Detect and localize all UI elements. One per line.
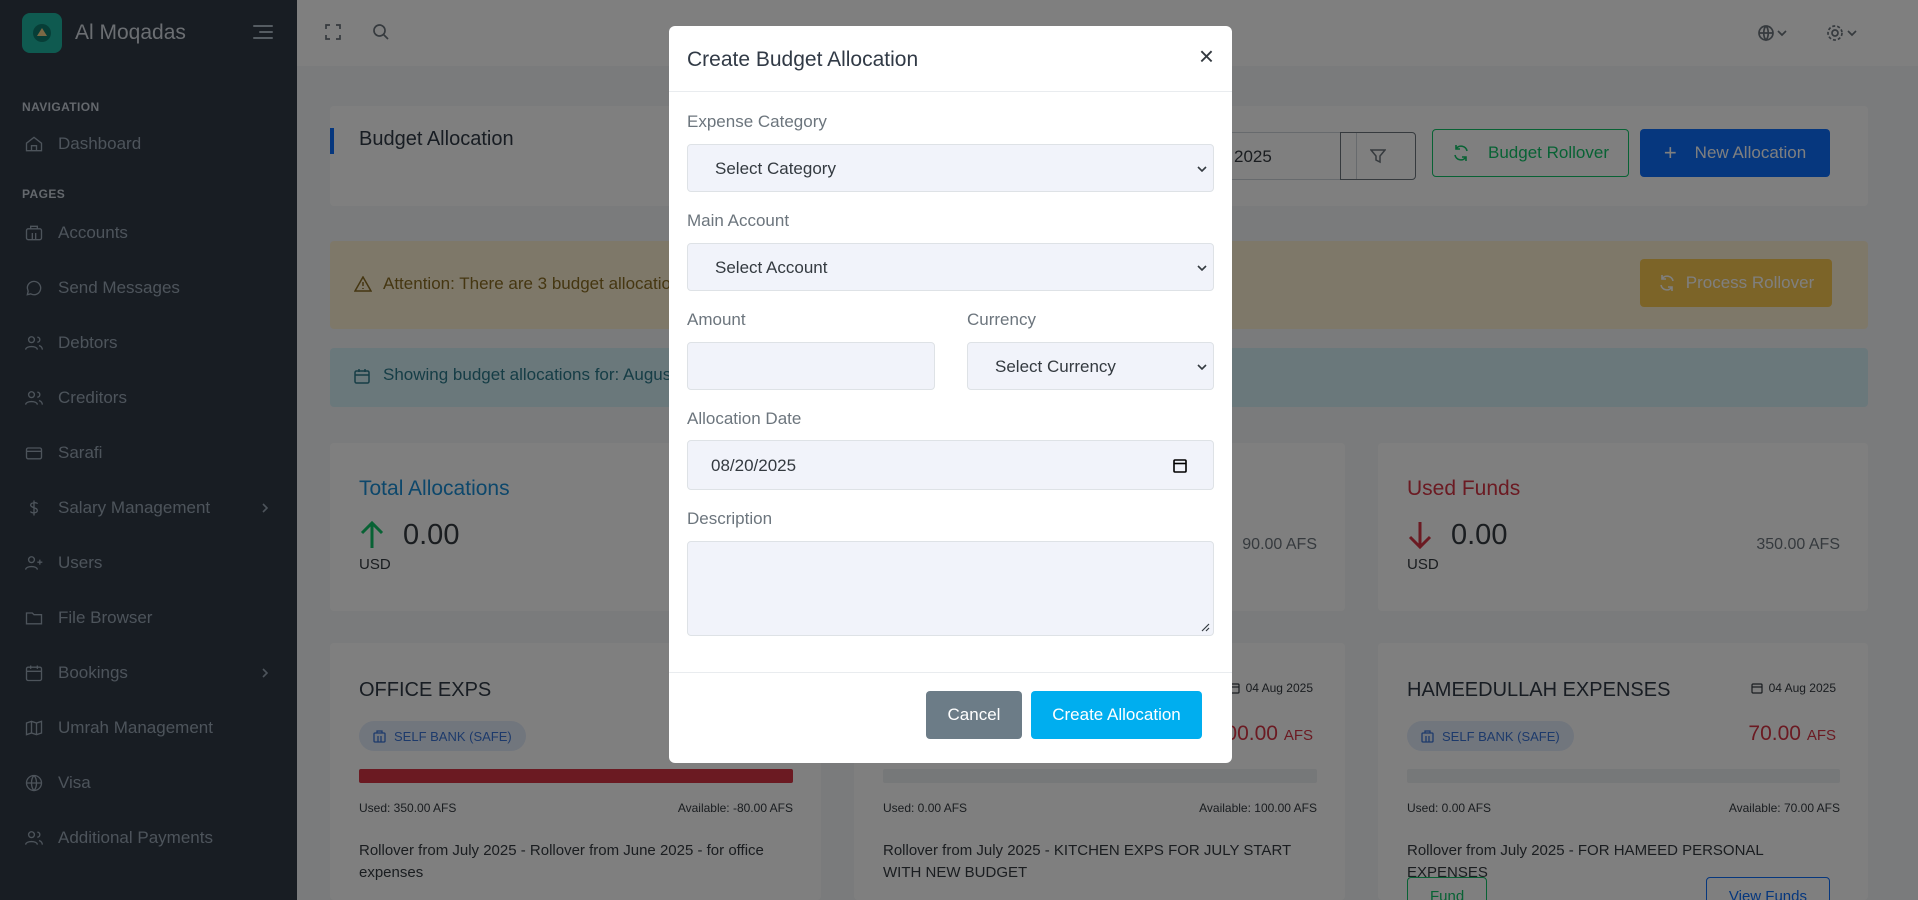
allocation-date-value: 08/20/2025 [711, 456, 797, 475]
cancel-button[interactable]: Cancel [926, 691, 1022, 739]
main-account-select[interactable]: Select Account [687, 243, 1214, 291]
expense-category-label: Expense Category [687, 112, 827, 131]
allocation-date-label: Allocation Date [687, 409, 802, 428]
main-account-value: Select Account [715, 258, 828, 277]
description-label: Description [687, 509, 773, 528]
amount-label: Amount [687, 310, 746, 329]
expense-category-value: Select Category [715, 159, 836, 178]
description-textarea[interactable] [687, 541, 1214, 636]
currency-value: Select Currency [995, 357, 1116, 376]
chevron-down-icon [1197, 364, 1207, 370]
create-allocation-button[interactable]: Create Allocation [1031, 691, 1202, 739]
close-icon[interactable]: × [1199, 43, 1214, 69]
resize-handle-icon[interactable] [1201, 623, 1210, 632]
chevron-down-icon [1197, 265, 1207, 271]
chevron-down-icon [1197, 166, 1207, 172]
create-budget-allocation-modal: Create Budget Allocation × Expense Categ… [669, 26, 1232, 763]
calendar-icon[interactable] [1173, 458, 1187, 473]
modal-footer: Cancel Create Allocation [669, 672, 1232, 763]
allocation-date-input[interactable]: 08/20/2025 [687, 440, 1214, 490]
amount-input[interactable] [687, 342, 935, 390]
modal-header: Create Budget Allocation × [669, 26, 1232, 92]
currency-select[interactable]: Select Currency [967, 342, 1214, 390]
expense-category-select[interactable]: Select Category [687, 144, 1214, 192]
modal-title: Create Budget Allocation [687, 48, 919, 71]
main-account-label: Main Account [687, 211, 790, 230]
currency-label: Currency [967, 310, 1036, 329]
